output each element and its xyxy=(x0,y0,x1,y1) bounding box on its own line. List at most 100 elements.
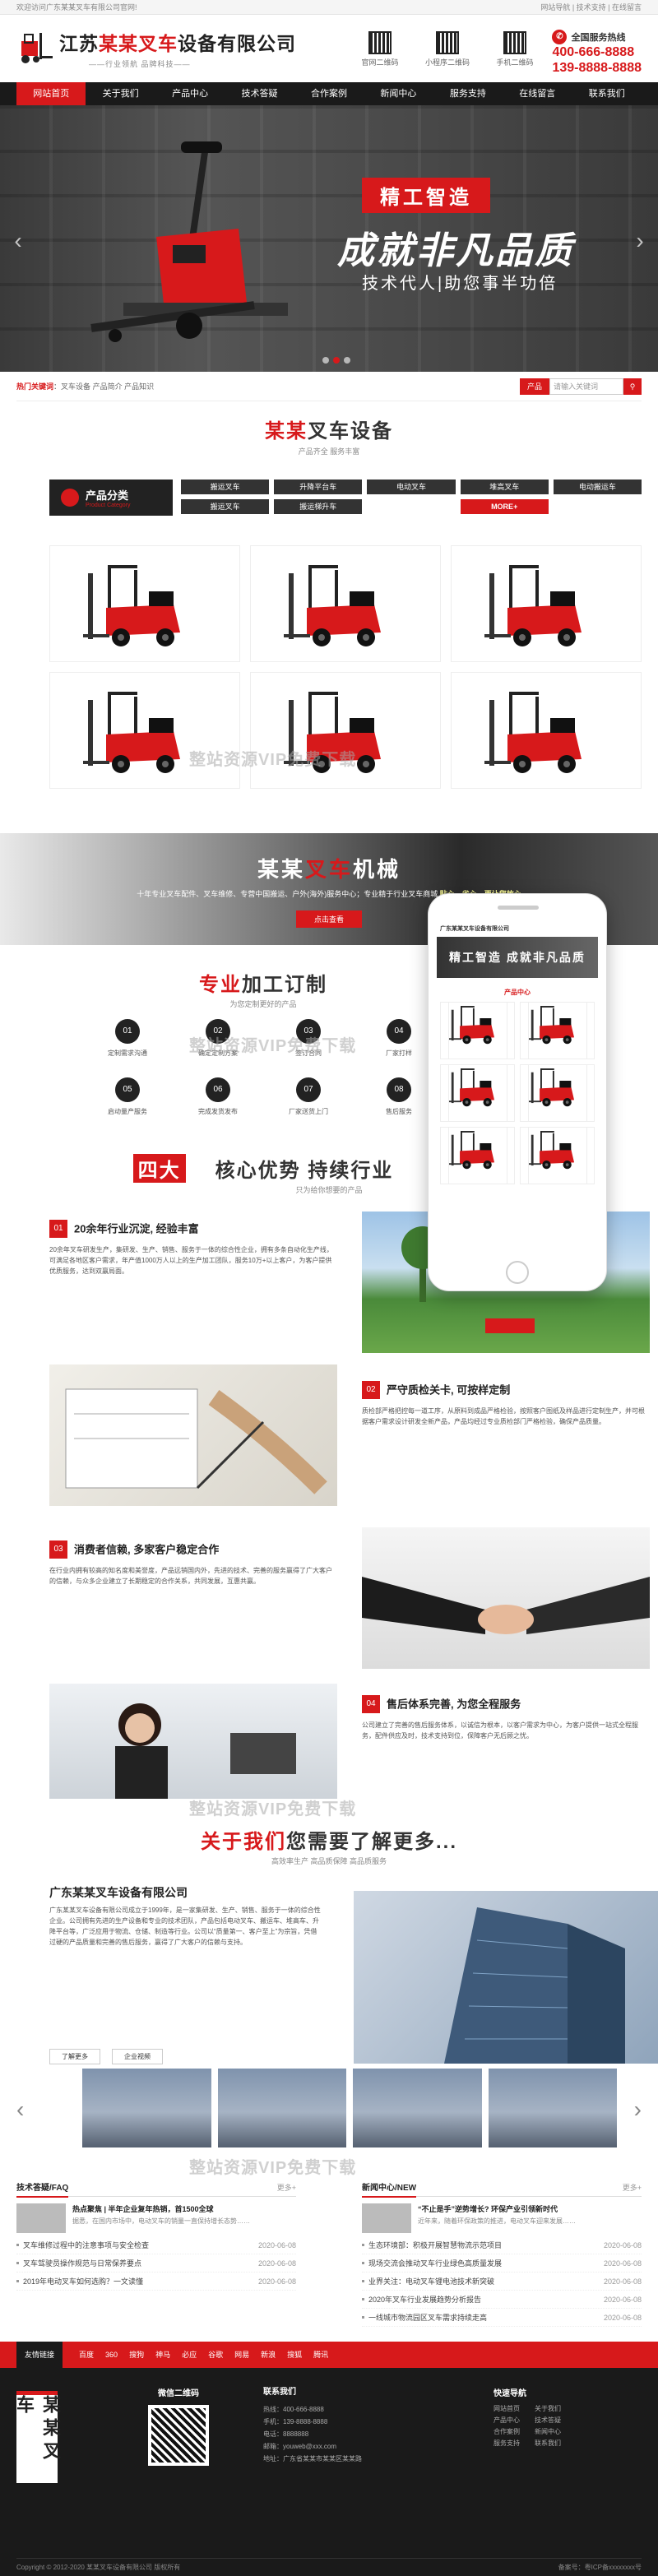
news-item[interactable]: 2020年叉车行业发展趋势分析报告 2020-06-08 xyxy=(362,2291,642,2309)
mobile-mockup: 广东某某叉车设备有限公司 精工智造 成就非凡品质 产品中心 xyxy=(428,893,607,1291)
slider-prev-arrow[interactable]: ‹ xyxy=(16,2096,24,2123)
slider-photo[interactable] xyxy=(82,2069,211,2147)
icp-link[interactable]: 备案号：粤ICP备xxxxxxxx号 xyxy=(558,2559,642,2576)
keyword-link[interactable]: 叉车设备 xyxy=(61,382,90,391)
nav-item[interactable]: 关于我们 xyxy=(86,82,155,105)
slider-photo[interactable] xyxy=(488,2069,617,2147)
hotline-phone-1: 400-666-8888 xyxy=(552,45,635,59)
advantage-3: 03 消费者信赖, 多家客户稳定合作 在行业内拥有较高的知名度和美誉度，产品远销国… xyxy=(49,1541,337,1587)
mobile-product-card[interactable] xyxy=(520,1127,595,1184)
advantage-4: 04 售后体系完善, 为您全程服务 公司建立了完善的售后服务体系，以诚信为根本，以… xyxy=(362,1695,650,1741)
footer-nav-link[interactable]: 新闻中心 xyxy=(535,2426,576,2438)
mobile-product-card[interactable] xyxy=(440,1064,515,1122)
advantage-2: 02 严守质检关卡, 可按样定制 质检部严格把控每一道工序，从原料到成品严格检验，… xyxy=(362,1381,650,1427)
category-button[interactable]: 升降平台车 xyxy=(274,480,363,494)
faq-item[interactable]: 2019年电动叉车如何选购？一文读懂 2020-06-08 xyxy=(16,2273,296,2291)
friend-link[interactable]: 搜狐 xyxy=(287,2342,302,2368)
process-step: 01 定制需求沟通 xyxy=(82,1019,173,1058)
search-type-select[interactable]: 产品 xyxy=(520,378,549,395)
footer-nav-link[interactable]: 产品中心 xyxy=(494,2415,535,2426)
friend-link[interactable]: 谷歌 xyxy=(208,2342,223,2368)
banner-dot[interactable] xyxy=(344,357,350,364)
slider-photo[interactable] xyxy=(217,2069,346,2147)
product-card[interactable] xyxy=(250,545,441,662)
footer-nav-link[interactable]: 合作案例 xyxy=(494,2426,535,2438)
friend-link[interactable]: 神马 xyxy=(155,2342,170,2368)
nav-item[interactable]: 合作案例 xyxy=(294,82,364,105)
faq-item[interactable]: 叉车维修过程中的注意事项与安全检查 2020-06-08 xyxy=(16,2236,296,2254)
nav-item[interactable]: 新闻中心 xyxy=(364,82,433,105)
friend-link[interactable]: 网易 xyxy=(234,2342,249,2368)
friend-links-label: 友情链接 xyxy=(16,2342,63,2368)
watermark: 整站资源VIP免费下载 xyxy=(189,1037,357,1055)
news-item[interactable]: 生态环境部：积极开展智慧物流示范项目 2020-06-08 xyxy=(362,2236,642,2254)
mobile-product-card[interactable] xyxy=(440,1002,515,1059)
nav-item[interactable]: 技术答疑 xyxy=(225,82,294,105)
about-section: 广东某某叉车设备有限公司 广东某某叉车设备有限公司成立于1999年，是一家集研发… xyxy=(16,1866,658,2069)
more-button[interactable]: MORE+ xyxy=(460,499,549,514)
category-button[interactable]: 堆高叉车 xyxy=(460,480,549,494)
banner-dot[interactable] xyxy=(322,357,329,364)
learn-more-button[interactable]: 了解更多 xyxy=(49,2049,100,2064)
nav-item[interactable]: 联系我们 xyxy=(572,82,642,105)
slider-next-arrow[interactable]: › xyxy=(634,2096,642,2123)
banner-dot-active[interactable] xyxy=(333,357,340,364)
category-button[interactable]: 电动叉车 xyxy=(367,480,456,494)
product-card[interactable] xyxy=(451,672,642,789)
faq-featured[interactable]: 热点聚焦 | 半年企业复年热销，首1500全球 据悉，在国内市场中，电动叉车的销量… xyxy=(16,2203,296,2236)
friend-link[interactable]: 新浪 xyxy=(261,2342,276,2368)
news-item[interactable]: 一线城市物流园区叉车需求持续走高 2020-06-08 xyxy=(362,2309,642,2327)
category-button[interactable]: 搬运叉车 xyxy=(181,499,270,514)
news-item[interactable]: 现场交流会推动叉车行业绿色高质量发展 2020-06-08 xyxy=(362,2254,642,2273)
friend-link[interactable]: 360 xyxy=(105,2342,118,2368)
mobile-product-card[interactable] xyxy=(520,1064,595,1122)
friend-link[interactable]: 必应 xyxy=(182,2342,197,2368)
faq-more-link[interactable]: 更多+ xyxy=(277,2182,296,2193)
search-icon[interactable]: ⚲ xyxy=(623,378,642,395)
keyword-link[interactable]: 产品简介 xyxy=(93,382,123,391)
top-links[interactable]: 网站导航 | 技术支持 | 在线留言 xyxy=(540,0,642,15)
faq-item[interactable]: 叉车驾驶员操作规范与日常保养要点 2020-06-08 xyxy=(16,2254,296,2273)
product-card[interactable] xyxy=(49,545,240,662)
banner-prev-arrow[interactable]: ‹ xyxy=(8,225,28,257)
qr-code-icon xyxy=(436,31,459,54)
forklift-image xyxy=(484,685,608,776)
friend-link[interactable]: 搜狗 xyxy=(129,2342,144,2368)
friend-link[interactable]: 百度 xyxy=(79,2342,94,2368)
footer-nav-link[interactable]: 网站首页 xyxy=(494,2403,535,2415)
slider-photo[interactable] xyxy=(353,2069,482,2147)
banner-next-arrow[interactable]: › xyxy=(630,225,650,257)
nav-item[interactable]: 产品中心 xyxy=(155,82,225,105)
product-card[interactable] xyxy=(451,545,642,662)
nav-item[interactable]: 服务支持 xyxy=(433,82,503,105)
news-featured[interactable]: “不止是手”逆势增长? 环保产业引领新时代 近年来，随着环保政策的推进，电动叉车迎… xyxy=(362,2203,642,2236)
site-logo[interactable]: 江苏某某叉车设备有限公司 ——行业领航 品牌科技—— xyxy=(16,28,296,69)
company-video-button[interactable]: 企业视频 xyxy=(112,2049,163,2064)
product-card[interactable] xyxy=(49,672,240,789)
category-button[interactable]: 搬运梯升车 xyxy=(274,499,363,514)
step-label: 定制需求沟通 xyxy=(108,1049,147,1057)
machinery-view-button[interactable]: 点击查看 xyxy=(295,910,362,928)
product-card[interactable] xyxy=(250,672,441,789)
search-input[interactable]: 请输入关键词 xyxy=(549,378,623,395)
keyword-link[interactable]: 产品知识 xyxy=(124,382,154,391)
footer-nav-link[interactable]: 技术答疑 xyxy=(535,2415,576,2426)
mobile-product-card[interactable] xyxy=(440,1127,515,1184)
mobile-product-card[interactable] xyxy=(520,1002,595,1059)
nav-item[interactable]: 在线留言 xyxy=(503,82,572,105)
banner-headline: 成就非凡品质 xyxy=(337,229,575,271)
faq-item-date: 2020-06-08 xyxy=(257,2277,296,2286)
news-more-link[interactable]: 更多+ xyxy=(623,2182,642,2193)
category-button[interactable]: 搬运叉车 xyxy=(181,480,270,494)
watermark: 整站资源VIP免费下载 xyxy=(189,2159,357,2177)
footer-nav-link[interactable]: 服务支持 xyxy=(494,2438,535,2449)
contact-line: 地址：广东省某某市某某区某某路 xyxy=(263,2455,362,2462)
footer-nav-link[interactable]: 关于我们 xyxy=(535,2403,576,2415)
news-item[interactable]: 业界关注：电动叉车锂电池技术新突破 2020-06-08 xyxy=(362,2273,642,2291)
footer-nav-link[interactable]: 联系我们 xyxy=(535,2438,576,2449)
category-button[interactable]: 电动搬运车 xyxy=(553,480,642,494)
friend-link[interactable]: 腾讯 xyxy=(313,2342,328,2368)
footer: 某某叉车 微信二维码 联系我们 热线：400-666-8888 手机：139-88… xyxy=(0,2368,658,2576)
nav-item-active[interactable]: 网站首页 xyxy=(16,82,86,105)
handshake-image xyxy=(362,1527,650,1669)
